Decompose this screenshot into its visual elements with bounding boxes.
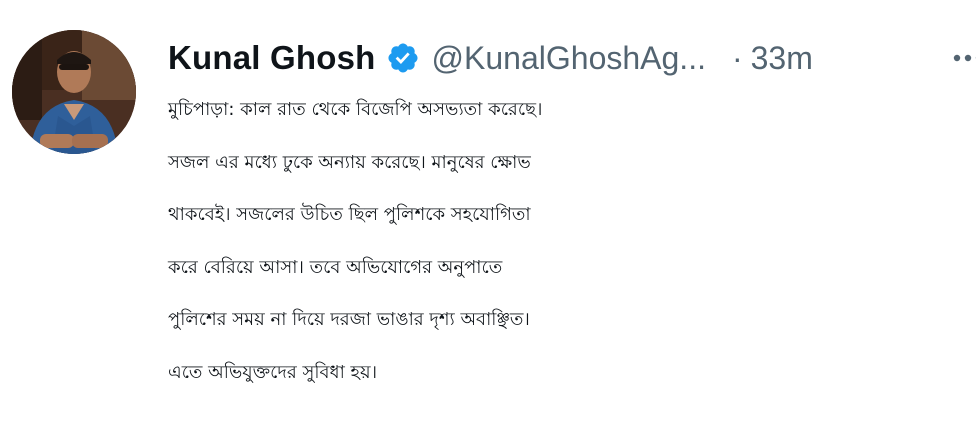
avatar[interactable] [12, 30, 136, 154]
author-handle[interactable]: @KunalGhoshAg... [432, 40, 706, 77]
tweet-text: মুচিপাড়া: কাল রাত থেকে বিজেপি অসভ্যতা ক… [168, 84, 976, 399]
more-options-icon[interactable] [952, 48, 976, 68]
tweet-header: Kunal Ghosh @KunalGhoshAg... · 33m [168, 36, 813, 80]
verified-badge-icon [386, 41, 420, 75]
author-name[interactable]: Kunal Ghosh [168, 39, 376, 77]
tweet-text-line: সজল এর মধ্যে ঢুকে অন্যায় করেছে। মানুষের… [168, 151, 531, 173]
tweet-timestamp[interactable]: 33m [751, 40, 813, 77]
tweet-text-line: মুচিপাড়া: কাল রাত থেকে বিজেপি অসভ্যতা ক… [168, 99, 543, 120]
tweet-text-line: পুলিশের সময় না দিয়ে দরজা ভাঙার দৃশ্য অ… [168, 309, 530, 330]
tweet-text-line: এতে অভিযুক্তদের সুবিধা হয়। [168, 361, 378, 383]
tweet-text-line: করে বেরিয়ে আসা। তবে অভিযোগের অনুপাতে [168, 256, 503, 278]
avatar-photo [12, 30, 136, 154]
header-separator: · [731, 39, 743, 76]
tweet-text-line: থাকবেই। সজলের উচিত ছিল পুলিশকে সহযোগিতা [168, 204, 531, 225]
tweet-card: Kunal Ghosh @KunalGhoshAg... · 33m মুচিপ… [0, 0, 976, 429]
